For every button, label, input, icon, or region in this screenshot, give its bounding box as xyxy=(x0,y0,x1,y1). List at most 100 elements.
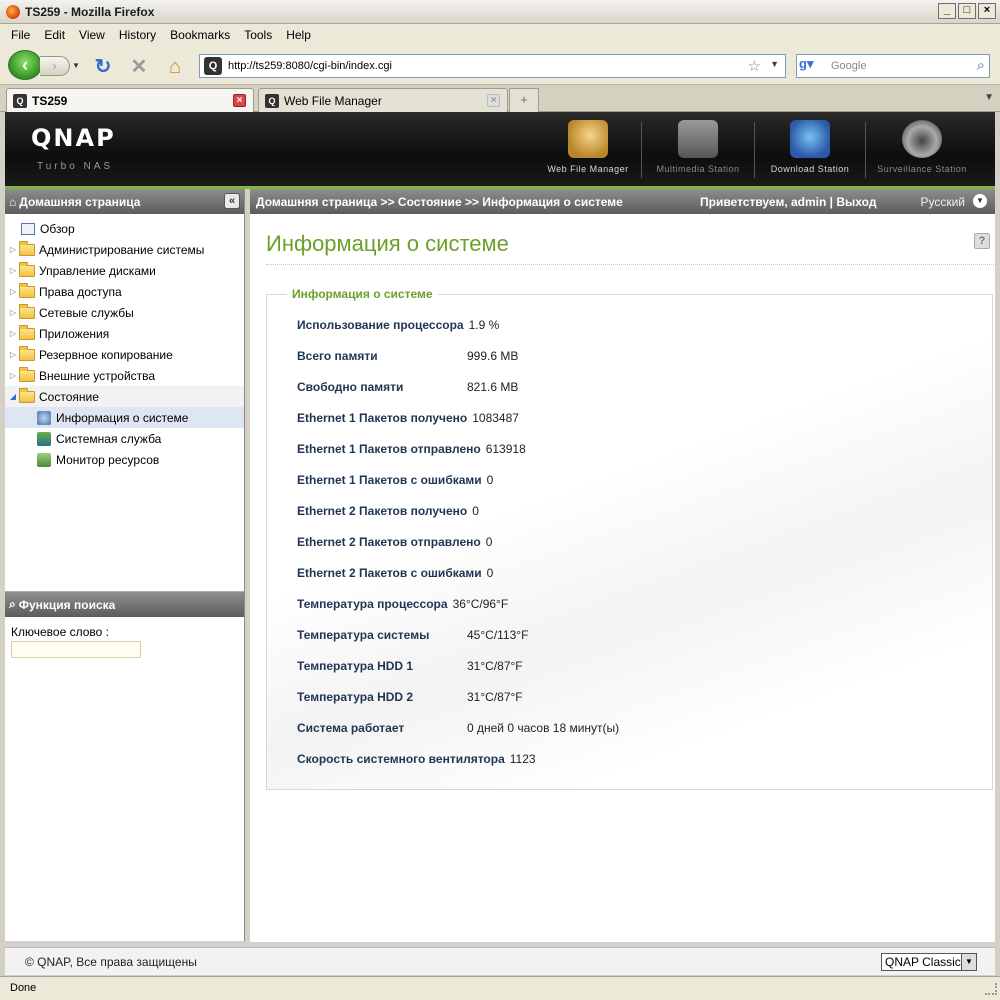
search-icon[interactable]: ⌕ xyxy=(977,57,985,74)
menu-help[interactable]: Help xyxy=(279,28,318,42)
breadcrumb[interactable]: Домашняя страница >> Состояние >> Информ… xyxy=(256,195,623,209)
sidebar-item-system-admin[interactable]: ▷ Администрирование системы xyxy=(5,239,244,260)
info-label: Ethernet 1 Пакетов получено xyxy=(297,411,468,425)
sidebar-item-label: Внешние устройства xyxy=(39,368,156,383)
stop-icon[interactable]: ✕ xyxy=(128,56,150,78)
url-text[interactable]: http://ts259:8080/cgi-bin/index.cgi xyxy=(228,60,392,72)
keyword-label: Ключевое слово : xyxy=(11,625,109,639)
window-title: TS259 - Mozilla Firefox xyxy=(25,4,155,19)
folder-icon xyxy=(19,261,35,277)
sidebar-item-status[interactable]: ◢ Состояние xyxy=(5,386,244,407)
search-bar[interactable]: g▾ Google ⌕ xyxy=(796,54,990,78)
search-placeholder[interactable]: Google xyxy=(831,60,866,72)
maximize-button[interactable]: □ xyxy=(958,3,976,19)
home-icon[interactable]: ⌂ xyxy=(164,56,186,78)
back-button[interactable]: ‹ xyxy=(8,50,42,80)
expand-arrow-icon[interactable]: ▷ xyxy=(7,371,19,380)
expand-arrow-icon[interactable]: ▷ xyxy=(7,245,19,254)
expand-arrow-icon[interactable]: ▷ xyxy=(7,329,19,338)
theme-dropdown-icon[interactable]: ▼ xyxy=(961,954,976,970)
browser-status-bar: Done xyxy=(0,976,1000,1000)
expand-arrow-icon[interactable]: ▷ xyxy=(7,266,19,275)
sidebar-item-disk-management[interactable]: ▷ Управление дисками xyxy=(5,260,244,281)
info-row: Ethernet 1 Пакетов с ошибками 0 xyxy=(297,473,493,487)
info-row: Свободно памяти 821.6 MB xyxy=(297,380,518,394)
bookmark-star-icon[interactable]: ☆ xyxy=(748,57,761,75)
tab-ts259[interactable]: Q TS259 × xyxy=(6,88,254,112)
url-dropdown-icon[interactable]: ▼ xyxy=(770,59,779,69)
info-value: 0 дней 0 часов 18 минут(ы) xyxy=(467,721,620,735)
theme-select[interactable]: QNAP Classic ▼ xyxy=(881,953,977,971)
station-surveillance[interactable]: Surveillance Station xyxy=(867,118,977,182)
menu-file[interactable]: File xyxy=(4,28,37,42)
menu-history[interactable]: History xyxy=(112,28,163,42)
close-window-button[interactable]: × xyxy=(978,3,996,19)
sidebar-item-backup[interactable]: ▷ Резервное копирование xyxy=(5,344,244,365)
window-controls: _ □ × xyxy=(938,3,996,19)
sidebar-item-system-info[interactable]: Информация о системе xyxy=(5,407,244,428)
firefox-logo-icon xyxy=(6,4,20,19)
collapse-sidebar-button[interactable]: « xyxy=(224,193,240,209)
main-content: Информация о системе ? Информация о сист… xyxy=(250,214,995,942)
help-icon[interactable]: ? xyxy=(974,233,990,249)
sidebar-item-network-services[interactable]: ▷ Сетевые службы xyxy=(5,302,244,323)
station-label: Multimedia Station xyxy=(656,164,740,174)
google-engine-icon[interactable]: g▾ xyxy=(799,56,825,76)
language-dropdown-icon[interactable]: ▼ xyxy=(973,194,987,208)
sidebar-item-applications[interactable]: ▷ Приложения xyxy=(5,323,244,344)
tab-close-icon[interactable]: × xyxy=(233,94,246,107)
station-web-file-manager[interactable]: Web File Manager xyxy=(533,118,643,182)
sidebar-item-access-rights[interactable]: ▷ Права доступа xyxy=(5,281,244,302)
station-multimedia[interactable]: Multimedia Station xyxy=(643,118,753,182)
info-label: Температура процессора xyxy=(297,597,448,611)
menu-edit[interactable]: Edit xyxy=(37,28,72,42)
info-row: Всего памяти 999.6 MB xyxy=(297,349,518,363)
history-dropdown-icon[interactable]: ▼ xyxy=(70,58,82,74)
language-selector[interactable]: Русский xyxy=(920,195,965,209)
tab-list-chevron-icon[interactable]: ▼ xyxy=(984,92,994,103)
home-small-icon: ⌂ xyxy=(9,194,17,209)
forward-button[interactable]: › xyxy=(40,56,70,76)
expand-arrow-icon[interactable]: ▷ xyxy=(7,350,19,359)
expand-arrow-icon[interactable]: ▷ xyxy=(7,287,19,296)
qnap-logo: QNAP xyxy=(31,124,116,152)
folder-icon xyxy=(19,345,35,361)
greeting-logout-link[interactable]: Приветствуем, admin | Выход xyxy=(700,195,876,209)
tab-web-file-manager[interactable]: Q Web File Manager × xyxy=(258,88,508,112)
sidebar-item-overview[interactable]: Обзор xyxy=(5,218,244,239)
tab-label: Web File Manager xyxy=(284,93,382,108)
status-text: Done xyxy=(10,982,37,994)
menu-view[interactable]: View xyxy=(72,28,112,42)
info-row: Использование процессора 1.9 % xyxy=(297,318,499,332)
info-value: 1083487 xyxy=(472,411,519,425)
reload-icon[interactable]: ↻ xyxy=(92,56,114,78)
info-label: Температура HDD 1 xyxy=(297,659,414,673)
sidebar-item-external-devices[interactable]: ▷ Внешние устройства xyxy=(5,365,244,386)
sidebar-item-system-service[interactable]: Системная служба xyxy=(5,428,244,449)
tab-label: TS259 xyxy=(32,93,68,108)
collapse-arrow-icon[interactable]: ◢ xyxy=(7,392,19,401)
info-label: Использование процессора xyxy=(297,318,464,332)
tab-close-icon[interactable]: × xyxy=(487,94,500,107)
info-value: 0 xyxy=(486,473,494,487)
info-value: 999.6 MB xyxy=(467,349,519,363)
info-row: Ethernet 2 Пакетов получено 0 xyxy=(297,504,479,518)
tab-favicon-icon: Q xyxy=(265,93,279,108)
menu-bookmarks[interactable]: Bookmarks xyxy=(163,28,237,42)
info-row: Температура HDD 2 31°C/87°F xyxy=(297,690,523,704)
url-bar[interactable]: Q http://ts259:8080/cgi-bin/index.cgi ☆ … xyxy=(199,54,786,78)
sidebar-item-resource-monitor[interactable]: Монитор ресурсов xyxy=(5,449,244,470)
info-row: Ethernet 1 Пакетов отправлено 613918 xyxy=(297,442,526,456)
qnap-subtitle: Turbo NAS xyxy=(37,161,114,172)
resize-grip-icon[interactable] xyxy=(985,983,997,995)
sidebar-item-label: Сетевые службы xyxy=(39,305,134,320)
menu-tools[interactable]: Tools xyxy=(237,28,279,42)
station-download[interactable]: Download Station xyxy=(755,118,865,182)
expand-arrow-icon[interactable]: ▷ xyxy=(7,308,19,317)
keyword-input[interactable] xyxy=(11,641,141,658)
search-panel: ⌕ Функция поиска Ключевое слово : xyxy=(5,591,244,941)
minimize-button[interactable]: _ xyxy=(938,3,956,19)
info-value: 36°C/96°F xyxy=(452,597,509,611)
info-value: 1123 xyxy=(509,752,536,766)
new-tab-button[interactable]: + xyxy=(509,88,539,112)
